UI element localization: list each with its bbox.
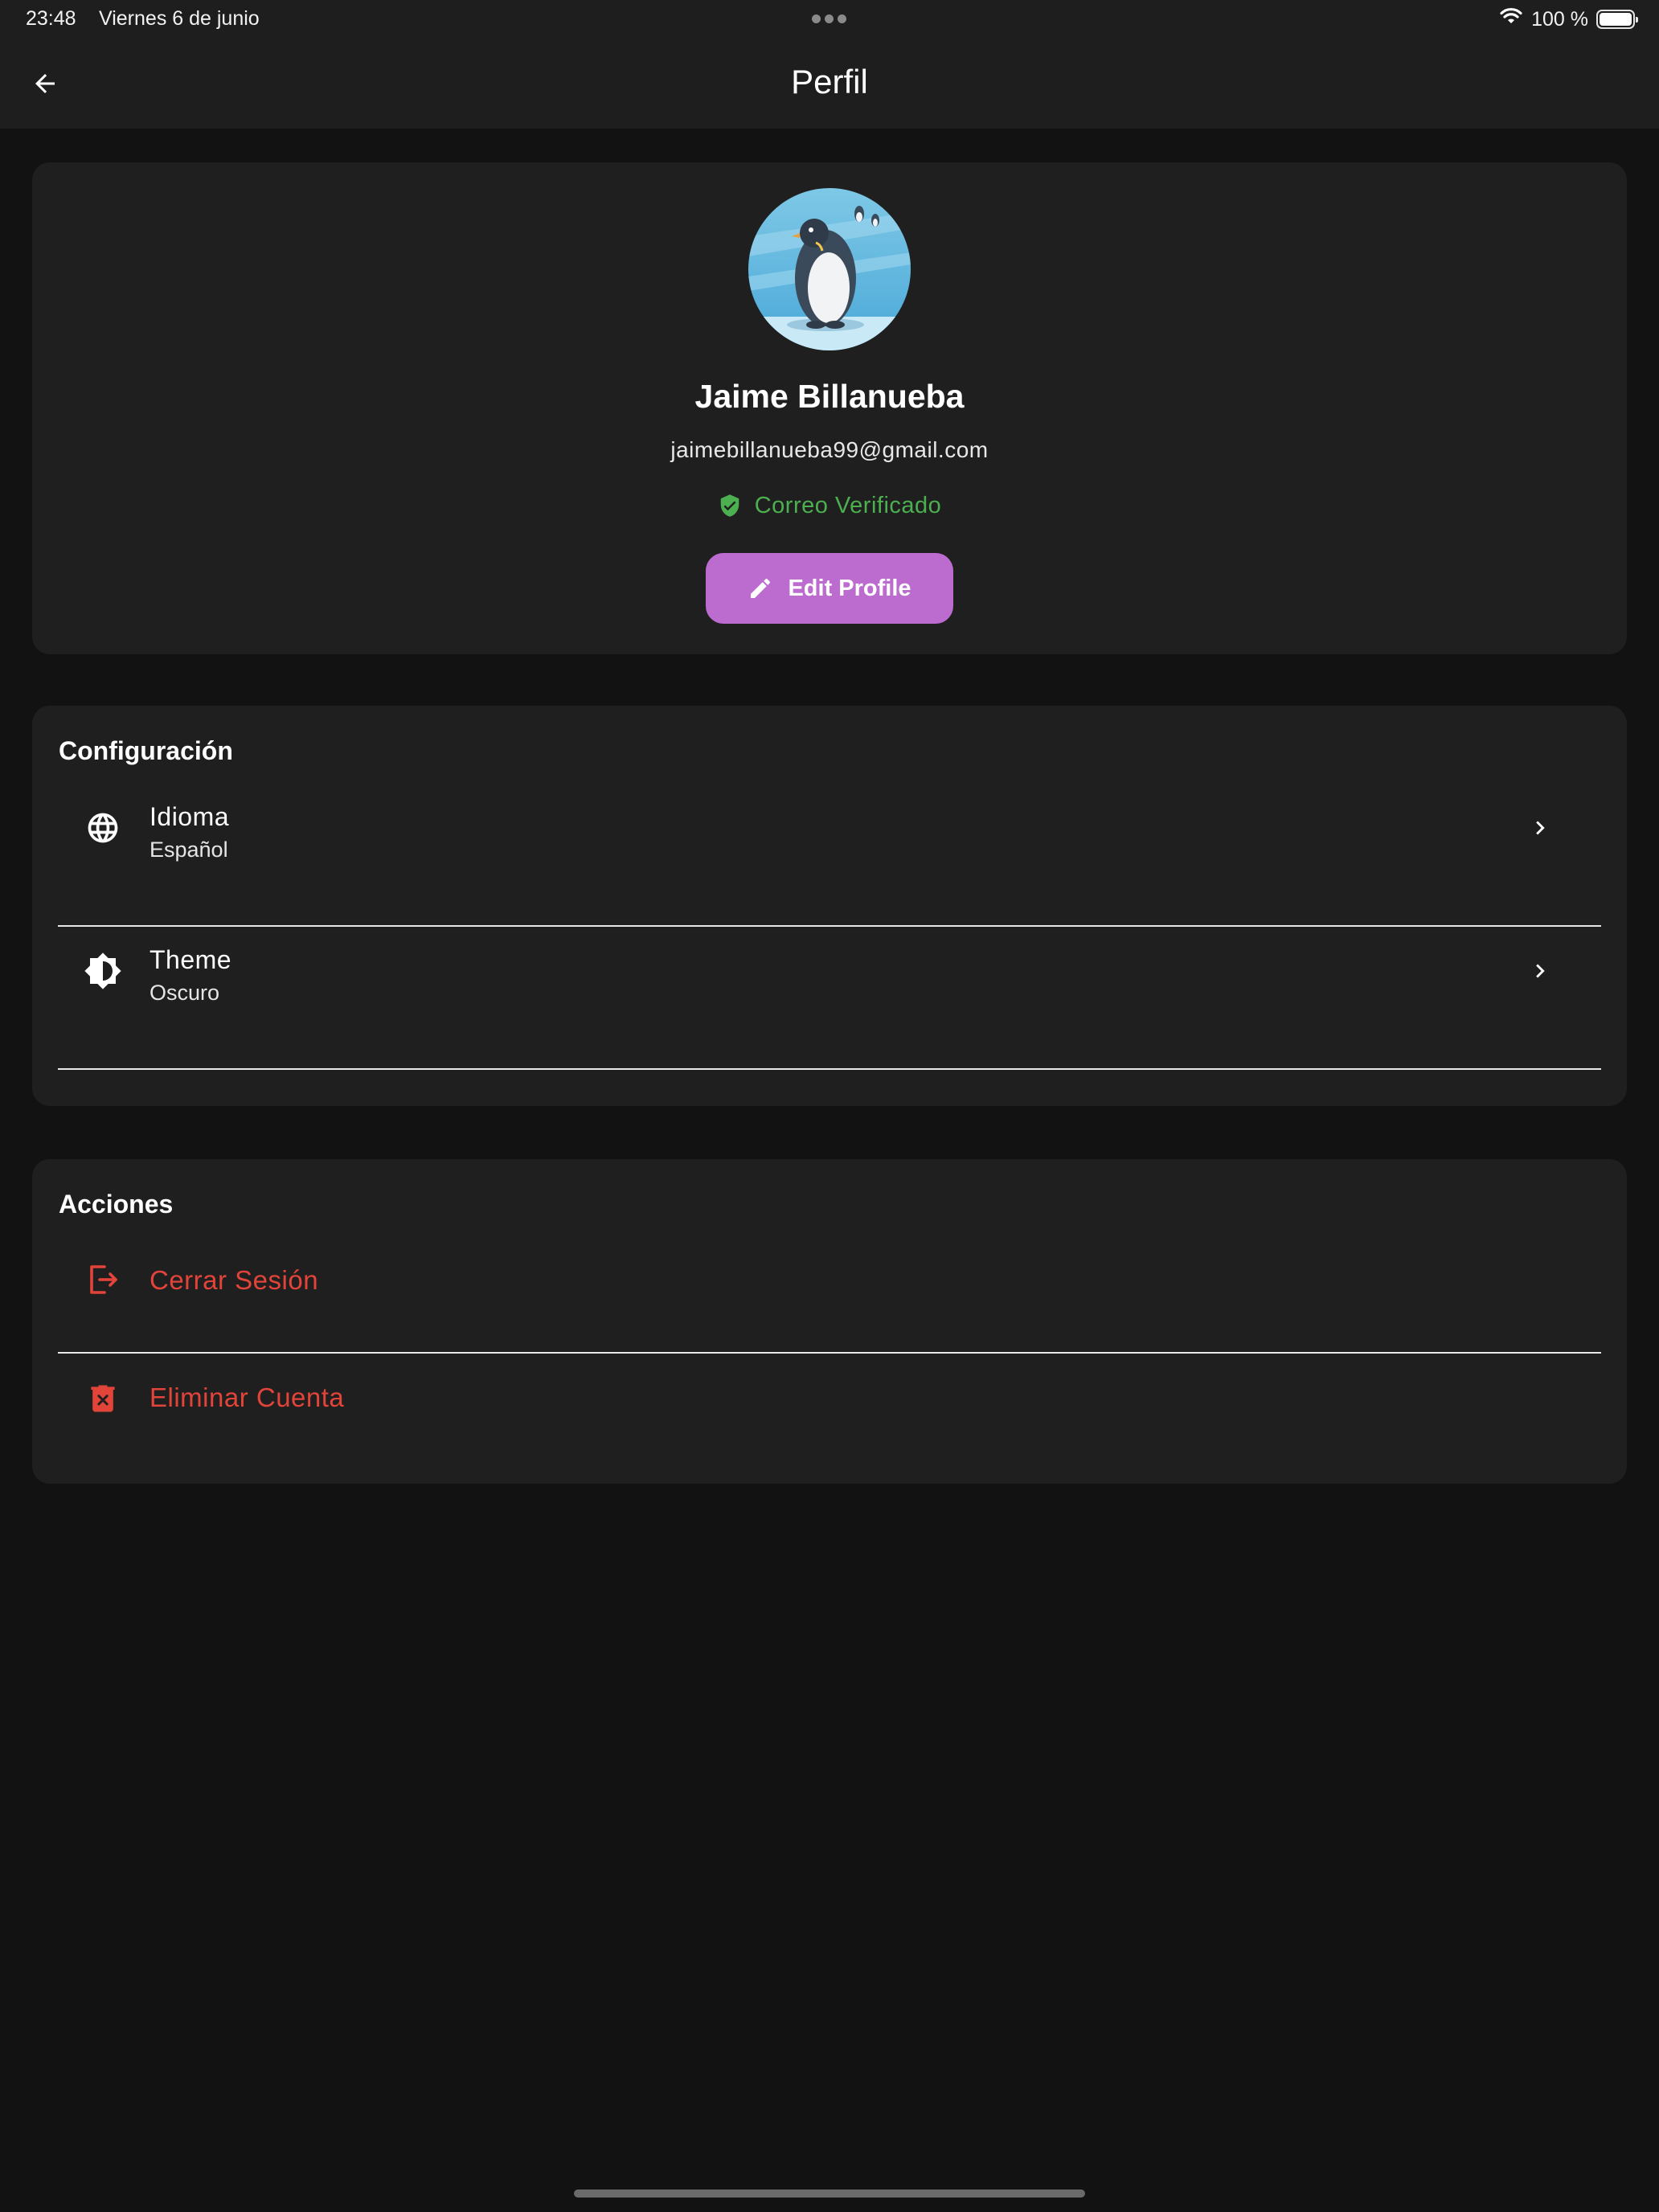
wifi-icon <box>1499 7 1523 32</box>
theme-value: Oscuro <box>150 981 220 1005</box>
trash-icon <box>82 1378 124 1419</box>
chevron-right-icon <box>1524 955 1556 987</box>
language-value: Español <box>150 838 228 862</box>
battery-icon <box>1596 10 1638 29</box>
battery-percent: 100 % <box>1531 7 1588 31</box>
pencil-icon <box>751 578 771 598</box>
profile-name: Jaime Billanueba <box>694 378 965 415</box>
status-bar: 23:48 Viernes 6 de junio 100 % <box>0 0 1659 39</box>
actions-card: Acciones Cerrar Sesión Eliminar Cuenta <box>32 1159 1627 1484</box>
status-time: 23:48 <box>26 7 76 30</box>
logout-button[interactable]: Cerrar Sesión <box>58 1236 1601 1328</box>
avatar <box>748 188 911 350</box>
profile-email: jaimebillanueba99@gmail.com <box>670 437 989 462</box>
logout-label: Cerrar Sesión <box>150 1265 319 1295</box>
settings-section-title: Configuración <box>59 736 233 765</box>
app-bar: Perfil <box>0 39 1659 129</box>
verified-shield-icon <box>720 494 739 517</box>
logout-icon <box>82 1259 124 1301</box>
actions-section-title: Acciones <box>59 1190 174 1219</box>
language-label: Idioma <box>150 802 230 831</box>
settings-card: Configuración Idioma Español Theme Oscur… <box>32 706 1627 1106</box>
status-right: 100 % <box>1499 6 1638 32</box>
delete-account-label: Eliminar Cuenta <box>150 1382 345 1412</box>
profile-card: Jaime Billanueba jaimebillanueba99@gmail… <box>32 162 1627 654</box>
theme-label: Theme <box>150 945 232 974</box>
penguin-avatar-image <box>748 188 911 350</box>
edit-profile-button[interactable]: Edit Profile <box>706 553 953 624</box>
settings-item-language[interactable]: Idioma Español <box>58 783 1601 875</box>
home-indicator[interactable] <box>574 2189 1085 2198</box>
chevron-right-icon <box>1524 812 1556 844</box>
settings-item-theme[interactable]: Theme Oscuro <box>58 926 1601 1018</box>
edit-profile-label: Edit Profile <box>788 575 911 601</box>
verified-label: Correo Verificado <box>754 492 942 518</box>
verified-badge: Correo Verificado <box>32 492 1627 519</box>
multitasking-dots-icon[interactable] <box>812 14 847 24</box>
brightness-icon <box>82 950 124 992</box>
divider <box>58 1068 1601 1070</box>
globe-icon <box>82 807 124 849</box>
page-title: Perfil <box>791 63 868 100</box>
delete-account-button[interactable]: Eliminar Cuenta <box>58 1354 1601 1445</box>
status-date: Viernes 6 de junio <box>99 7 260 30</box>
